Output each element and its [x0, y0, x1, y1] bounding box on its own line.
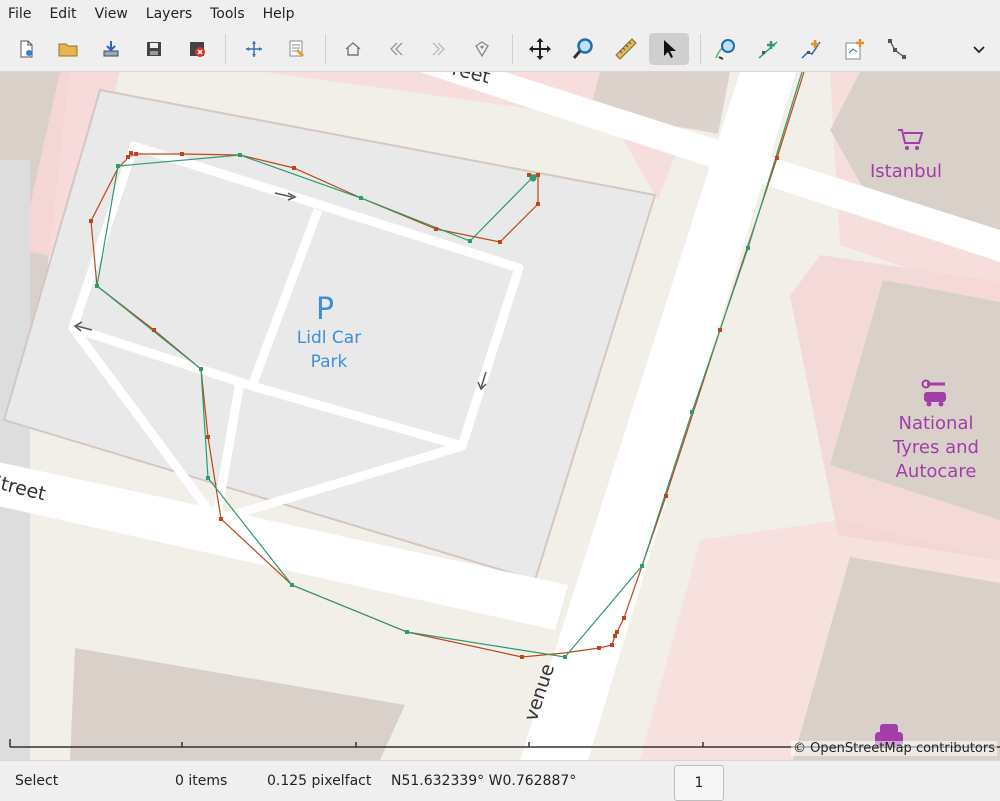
select-icon[interactable]	[649, 33, 689, 65]
zoom-icon[interactable]	[567, 33, 599, 65]
split-track-icon[interactable]	[710, 33, 742, 65]
map-attribution[interactable]: © OpenStreetMap contributors	[791, 741, 997, 756]
new-icon[interactable]	[10, 33, 42, 65]
overflow-chevron-icon[interactable]	[963, 33, 995, 65]
add-point-icon[interactable]	[752, 33, 784, 65]
shop-label: Istanbul	[870, 161, 943, 182]
import-icon[interactable]	[95, 33, 127, 65]
open-icon[interactable]	[52, 33, 84, 65]
new-layer-icon[interactable]	[838, 33, 870, 65]
close-icon[interactable]	[181, 33, 213, 65]
map-view[interactable]: P Lidl Car Park Istanbul National Tyres …	[0, 72, 1000, 760]
route-points-icon[interactable]	[881, 33, 913, 65]
menu-layers[interactable]: Layers	[137, 0, 201, 28]
status-mode: Select	[15, 773, 59, 789]
toolbar	[0, 28, 1000, 72]
parking-symbol: P	[316, 292, 335, 327]
status-coordinates: N51.632339° W0.762887°	[391, 773, 577, 789]
back-icon[interactable]	[380, 33, 412, 65]
layer-properties-icon[interactable]	[281, 33, 313, 65]
ruler-icon[interactable]	[610, 33, 642, 65]
menu-edit[interactable]: Edit	[40, 0, 85, 28]
status-scale: 0.125 pixelfact	[267, 773, 372, 789]
save-icon[interactable]	[138, 33, 170, 65]
zoom-fit-icon[interactable]	[238, 33, 270, 65]
home-icon[interactable]	[337, 33, 369, 65]
parking-label: Lidl Car Park	[296, 328, 362, 372]
map-canvas	[0, 72, 1000, 760]
menu-view[interactable]: View	[86, 0, 137, 28]
status-items: 0 items	[175, 773, 228, 789]
garage-label: National Tyres and Autocare	[893, 413, 979, 482]
menu-file[interactable]: File	[0, 0, 40, 28]
menu-help[interactable]: Help	[254, 0, 304, 28]
pan-icon[interactable]	[524, 33, 556, 65]
status-page-button[interactable]: 1	[674, 765, 724, 801]
status-bar: Select 0 items 0.125 pixelfact N51.63233…	[0, 760, 1000, 801]
waypoint-icon[interactable]	[466, 33, 498, 65]
menu-tools[interactable]: Tools	[201, 0, 254, 28]
menu-bar: File Edit View Layers Tools Help	[0, 0, 1000, 28]
add-track-icon[interactable]	[795, 33, 827, 65]
forward-icon[interactable]	[423, 33, 455, 65]
